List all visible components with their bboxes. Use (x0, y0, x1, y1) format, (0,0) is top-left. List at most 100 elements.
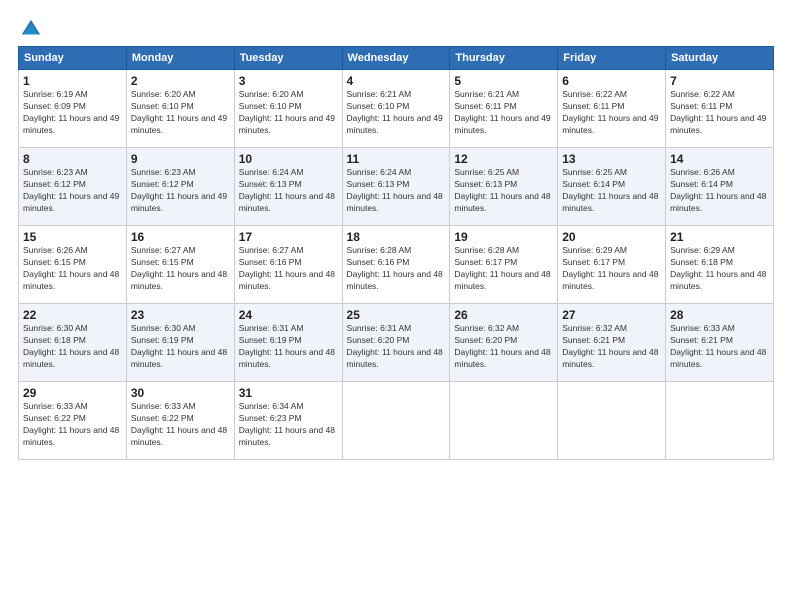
calendar-day-cell: 17Sunrise: 6:27 AMSunset: 6:16 PMDayligh… (234, 226, 342, 304)
day-info: Sunrise: 6:20 AMSunset: 6:10 PMDaylight:… (239, 89, 338, 137)
day-info: Sunrise: 6:31 AMSunset: 6:20 PMDaylight:… (347, 323, 446, 371)
day-info: Sunrise: 6:21 AMSunset: 6:10 PMDaylight:… (347, 89, 446, 137)
day-info: Sunrise: 6:28 AMSunset: 6:16 PMDaylight:… (347, 245, 446, 293)
day-number: 9 (131, 152, 230, 166)
day-info: Sunrise: 6:23 AMSunset: 6:12 PMDaylight:… (23, 167, 122, 215)
logo-icon (20, 18, 42, 40)
day-info: Sunrise: 6:34 AMSunset: 6:23 PMDaylight:… (239, 401, 338, 449)
day-info: Sunrise: 6:24 AMSunset: 6:13 PMDaylight:… (347, 167, 446, 215)
day-number: 16 (131, 230, 230, 244)
calendar-day-cell: 7Sunrise: 6:22 AMSunset: 6:11 PMDaylight… (666, 70, 774, 148)
calendar-day-cell: 31Sunrise: 6:34 AMSunset: 6:23 PMDayligh… (234, 382, 342, 460)
logo (18, 18, 42, 36)
day-info: Sunrise: 6:30 AMSunset: 6:19 PMDaylight:… (131, 323, 230, 371)
day-info: Sunrise: 6:19 AMSunset: 6:09 PMDaylight:… (23, 89, 122, 137)
calendar-day-cell: 2Sunrise: 6:20 AMSunset: 6:10 PMDaylight… (126, 70, 234, 148)
calendar-day-cell: 25Sunrise: 6:31 AMSunset: 6:20 PMDayligh… (342, 304, 450, 382)
empty-cell (342, 382, 450, 460)
day-info: Sunrise: 6:24 AMSunset: 6:13 PMDaylight:… (239, 167, 338, 215)
calendar-day-cell: 8Sunrise: 6:23 AMSunset: 6:12 PMDaylight… (19, 148, 127, 226)
empty-cell (450, 382, 558, 460)
weekday-header-wednesday: Wednesday (342, 47, 450, 70)
calendar-day-cell: 5Sunrise: 6:21 AMSunset: 6:11 PMDaylight… (450, 70, 558, 148)
calendar-body: 1Sunrise: 6:19 AMSunset: 6:09 PMDaylight… (19, 70, 774, 460)
empty-cell (558, 382, 666, 460)
day-number: 22 (23, 308, 122, 322)
day-info: Sunrise: 6:25 AMSunset: 6:14 PMDaylight:… (562, 167, 661, 215)
day-info: Sunrise: 6:29 AMSunset: 6:17 PMDaylight:… (562, 245, 661, 293)
calendar-day-cell: 13Sunrise: 6:25 AMSunset: 6:14 PMDayligh… (558, 148, 666, 226)
day-info: Sunrise: 6:20 AMSunset: 6:10 PMDaylight:… (131, 89, 230, 137)
weekday-header-monday: Monday (126, 47, 234, 70)
day-info: Sunrise: 6:33 AMSunset: 6:22 PMDaylight:… (23, 401, 122, 449)
day-number: 18 (347, 230, 446, 244)
calendar-header-row: SundayMondayTuesdayWednesdayThursdayFrid… (19, 47, 774, 70)
calendar-week-row: 29Sunrise: 6:33 AMSunset: 6:22 PMDayligh… (19, 382, 774, 460)
day-info: Sunrise: 6:26 AMSunset: 6:15 PMDaylight:… (23, 245, 122, 293)
day-info: Sunrise: 6:26 AMSunset: 6:14 PMDaylight:… (670, 167, 769, 215)
calendar-day-cell: 11Sunrise: 6:24 AMSunset: 6:13 PMDayligh… (342, 148, 450, 226)
calendar-day-cell: 27Sunrise: 6:32 AMSunset: 6:21 PMDayligh… (558, 304, 666, 382)
day-number: 5 (454, 74, 553, 88)
weekday-header-saturday: Saturday (666, 47, 774, 70)
calendar-day-cell: 4Sunrise: 6:21 AMSunset: 6:10 PMDaylight… (342, 70, 450, 148)
day-number: 10 (239, 152, 338, 166)
calendar-day-cell: 22Sunrise: 6:30 AMSunset: 6:18 PMDayligh… (19, 304, 127, 382)
weekday-header-tuesday: Tuesday (234, 47, 342, 70)
day-number: 31 (239, 386, 338, 400)
calendar-week-row: 1Sunrise: 6:19 AMSunset: 6:09 PMDaylight… (19, 70, 774, 148)
day-number: 30 (131, 386, 230, 400)
calendar-day-cell: 21Sunrise: 6:29 AMSunset: 6:18 PMDayligh… (666, 226, 774, 304)
day-info: Sunrise: 6:32 AMSunset: 6:20 PMDaylight:… (454, 323, 553, 371)
day-number: 8 (23, 152, 122, 166)
calendar-day-cell: 3Sunrise: 6:20 AMSunset: 6:10 PMDaylight… (234, 70, 342, 148)
calendar-day-cell: 14Sunrise: 6:26 AMSunset: 6:14 PMDayligh… (666, 148, 774, 226)
day-number: 14 (670, 152, 769, 166)
calendar-day-cell: 6Sunrise: 6:22 AMSunset: 6:11 PMDaylight… (558, 70, 666, 148)
calendar-day-cell: 26Sunrise: 6:32 AMSunset: 6:20 PMDayligh… (450, 304, 558, 382)
day-info: Sunrise: 6:21 AMSunset: 6:11 PMDaylight:… (454, 89, 553, 137)
day-number: 25 (347, 308, 446, 322)
day-info: Sunrise: 6:22 AMSunset: 6:11 PMDaylight:… (670, 89, 769, 137)
day-info: Sunrise: 6:29 AMSunset: 6:18 PMDaylight:… (670, 245, 769, 293)
day-number: 24 (239, 308, 338, 322)
calendar-day-cell: 12Sunrise: 6:25 AMSunset: 6:13 PMDayligh… (450, 148, 558, 226)
day-info: Sunrise: 6:27 AMSunset: 6:15 PMDaylight:… (131, 245, 230, 293)
day-number: 4 (347, 74, 446, 88)
day-info: Sunrise: 6:28 AMSunset: 6:17 PMDaylight:… (454, 245, 553, 293)
day-number: 2 (131, 74, 230, 88)
calendar-week-row: 15Sunrise: 6:26 AMSunset: 6:15 PMDayligh… (19, 226, 774, 304)
day-number: 20 (562, 230, 661, 244)
day-number: 12 (454, 152, 553, 166)
day-info: Sunrise: 6:30 AMSunset: 6:18 PMDaylight:… (23, 323, 122, 371)
calendar-day-cell: 30Sunrise: 6:33 AMSunset: 6:22 PMDayligh… (126, 382, 234, 460)
day-info: Sunrise: 6:33 AMSunset: 6:22 PMDaylight:… (131, 401, 230, 449)
day-number: 17 (239, 230, 338, 244)
day-number: 13 (562, 152, 661, 166)
calendar-day-cell: 24Sunrise: 6:31 AMSunset: 6:19 PMDayligh… (234, 304, 342, 382)
day-number: 29 (23, 386, 122, 400)
day-info: Sunrise: 6:22 AMSunset: 6:11 PMDaylight:… (562, 89, 661, 137)
day-info: Sunrise: 6:33 AMSunset: 6:21 PMDaylight:… (670, 323, 769, 371)
calendar-day-cell: 1Sunrise: 6:19 AMSunset: 6:09 PMDaylight… (19, 70, 127, 148)
day-number: 23 (131, 308, 230, 322)
calendar-day-cell: 23Sunrise: 6:30 AMSunset: 6:19 PMDayligh… (126, 304, 234, 382)
day-info: Sunrise: 6:32 AMSunset: 6:21 PMDaylight:… (562, 323, 661, 371)
day-number: 26 (454, 308, 553, 322)
empty-cell (666, 382, 774, 460)
calendar-week-row: 8Sunrise: 6:23 AMSunset: 6:12 PMDaylight… (19, 148, 774, 226)
header (18, 18, 774, 36)
calendar-day-cell: 29Sunrise: 6:33 AMSunset: 6:22 PMDayligh… (19, 382, 127, 460)
day-info: Sunrise: 6:31 AMSunset: 6:19 PMDaylight:… (239, 323, 338, 371)
calendar-day-cell: 20Sunrise: 6:29 AMSunset: 6:17 PMDayligh… (558, 226, 666, 304)
day-number: 21 (670, 230, 769, 244)
page: SundayMondayTuesdayWednesdayThursdayFrid… (0, 0, 792, 612)
calendar-table: SundayMondayTuesdayWednesdayThursdayFrid… (18, 46, 774, 460)
day-number: 3 (239, 74, 338, 88)
calendar-week-row: 22Sunrise: 6:30 AMSunset: 6:18 PMDayligh… (19, 304, 774, 382)
day-number: 15 (23, 230, 122, 244)
calendar-day-cell: 19Sunrise: 6:28 AMSunset: 6:17 PMDayligh… (450, 226, 558, 304)
day-info: Sunrise: 6:27 AMSunset: 6:16 PMDaylight:… (239, 245, 338, 293)
weekday-header-sunday: Sunday (19, 47, 127, 70)
weekday-header-friday: Friday (558, 47, 666, 70)
